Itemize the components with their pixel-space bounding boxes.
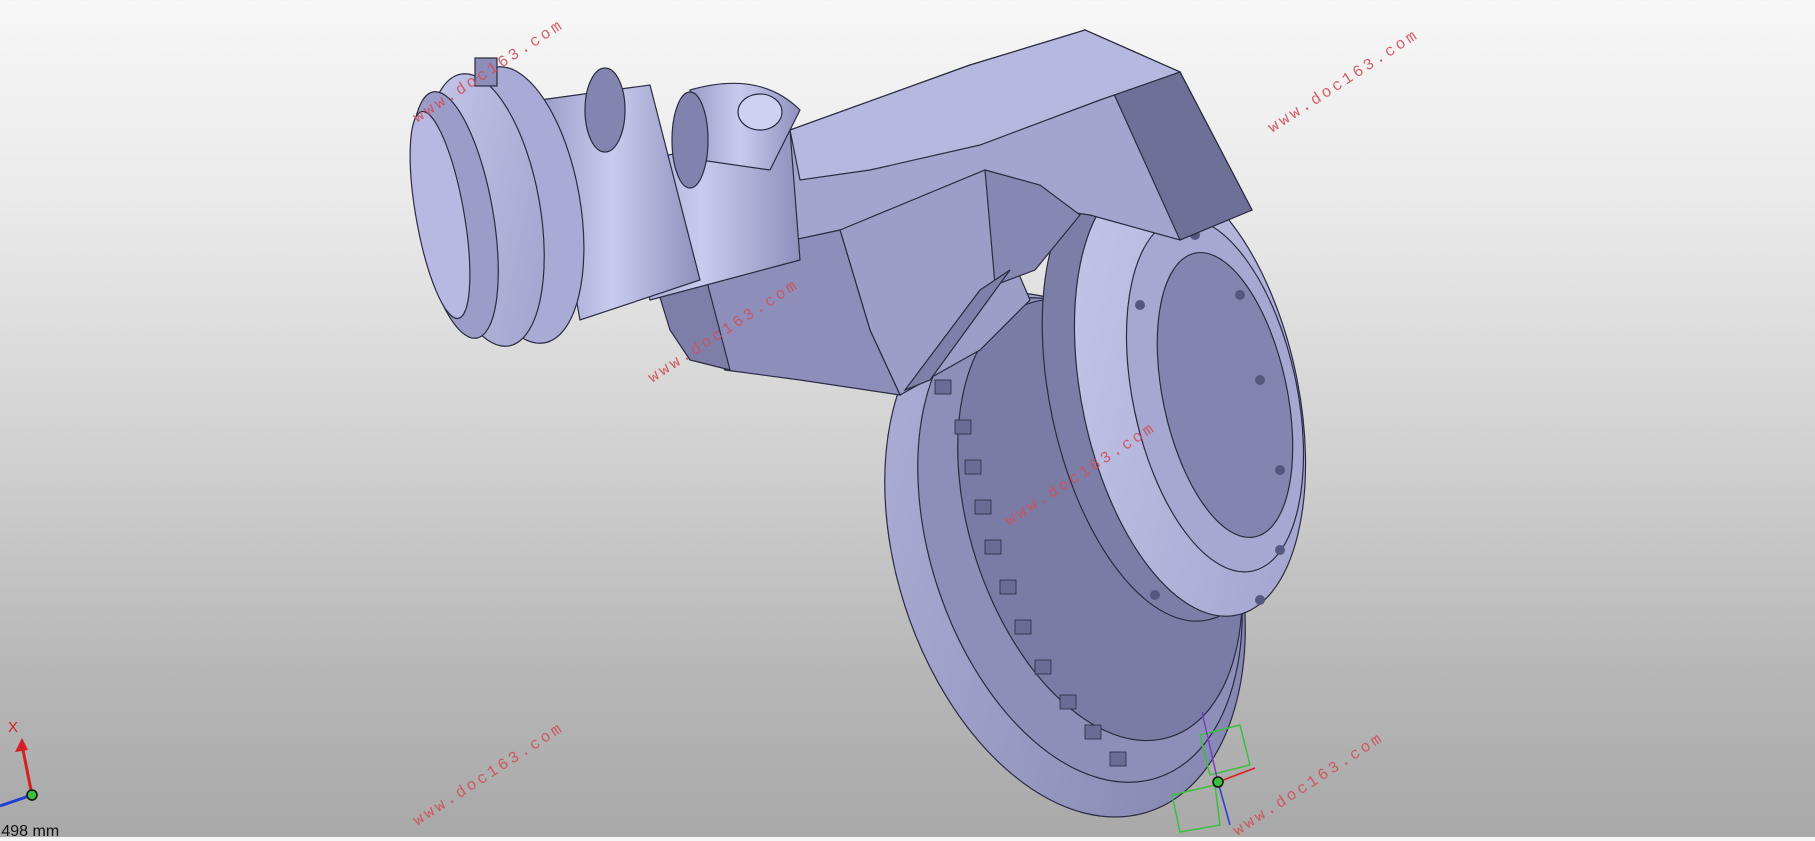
orientation-triad-icon <box>0 738 38 808</box>
scale-readout: 3.498 mm <box>0 823 60 840</box>
triad-x-label: X <box>8 719 19 736</box>
3d-viewport[interactable]: X www.doc163.com www.doc163.com www.doc1… <box>0 0 1815 840</box>
brake-assembly-model[interactable] <box>0 0 1815 837</box>
